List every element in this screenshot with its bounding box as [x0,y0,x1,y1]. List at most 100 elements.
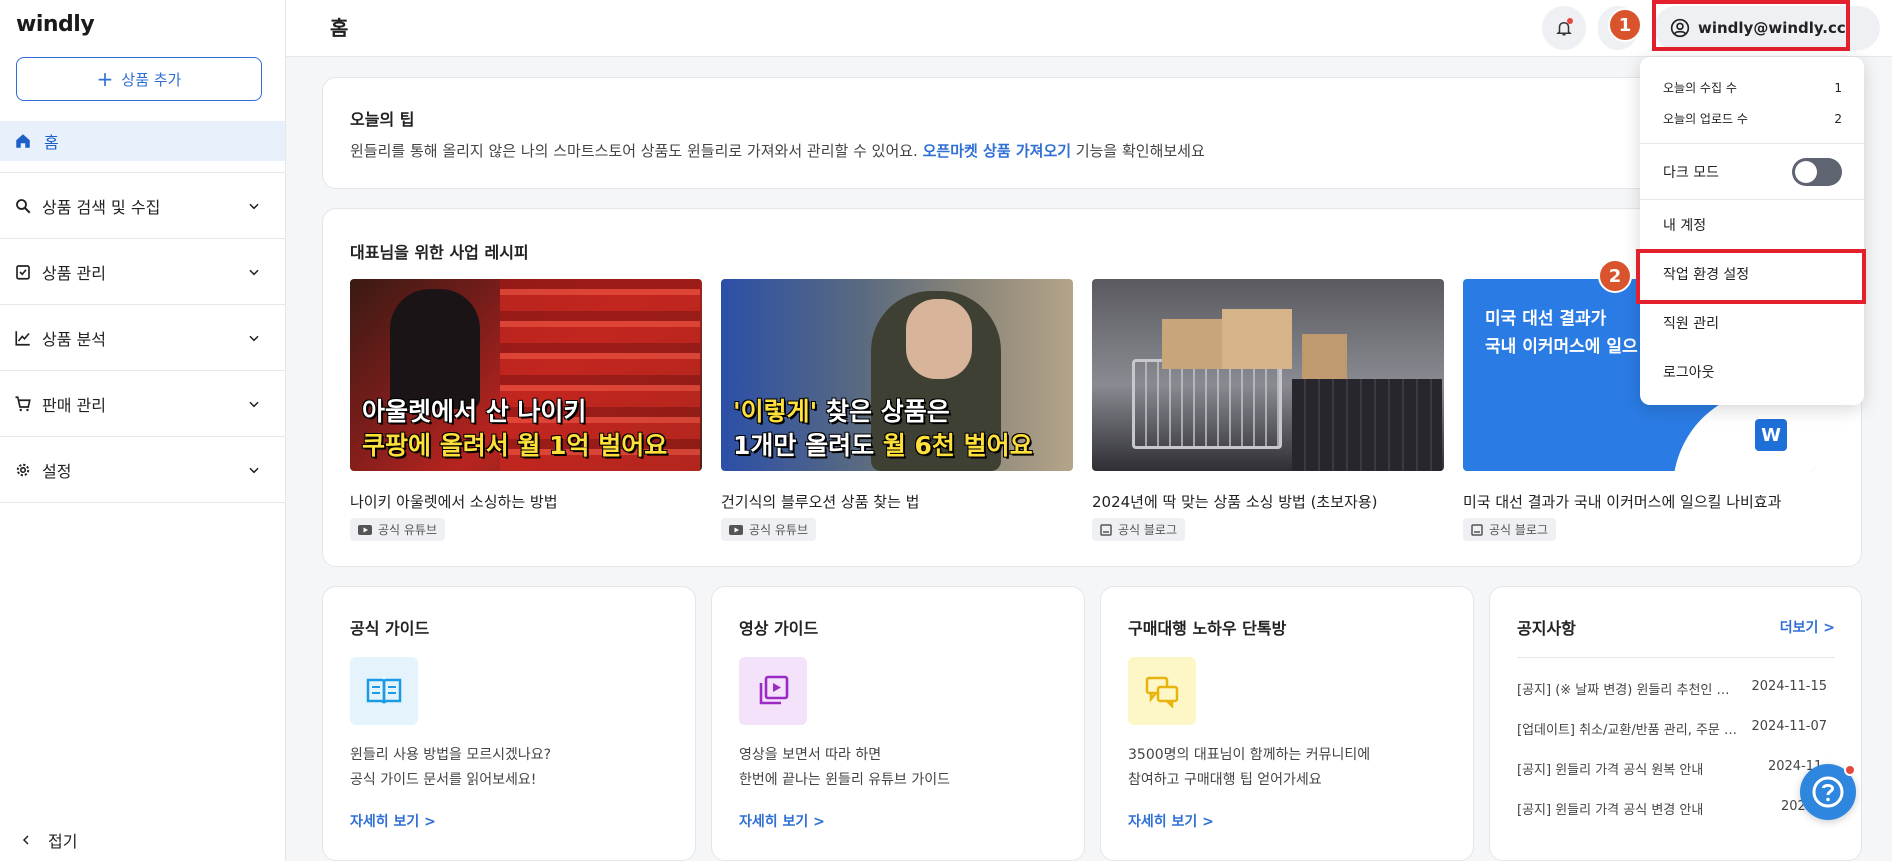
video-title[interactable]: 2024년에 딱 맞는 상품 소싱 방법 (초보자용) [1092,491,1378,512]
notice-date: 2024-11-15 [1751,679,1827,694]
caption-line: 찾은 상품은 [817,397,950,426]
today-upload-count: 오늘의 업로드 수 2 [1663,110,1842,127]
guide-card-official: 공식 가이드 윈들리 사용 방법을 모르시겠나요? 공식 가이드 문서를 읽어보… [322,586,696,861]
video-title[interactable]: 미국 대선 결과가 국내 이커머스에 일으킬 나비효과 [1463,491,1781,512]
step-badge-1: 1 [1608,8,1642,42]
video-title[interactable]: 건기식의 블루오션 상품 찾는 법 [721,491,919,512]
guide-detail-link[interactable]: 자세히 보기 > [350,811,436,831]
thumbnail-caption: 아울렛에서 산 나이키 쿠팡에 올려서 월 1억 벌어요 [362,395,692,463]
logout-menu-item[interactable]: 로그아웃 [1663,362,1715,382]
notices-card: 공지사항 더보기 > [공지] (※ 날짜 변경) 윈들리 추천인 이벤트 202… [1489,586,1862,861]
notice-text: [업데이트] 취소/교환/반품 관리, 주문 수집 [1517,723,1741,738]
recipes-card: 대표님을 위한 사업 레시피 아울렛에서 산 나이키 쿠팡에 올려서 월 1억 … [322,208,1862,567]
page-title: 홈 [330,16,349,40]
guide-title: 구매대행 노하우 단톡방 [1128,619,1287,638]
stat-label: 오늘의 수집 수 [1663,81,1737,95]
video-thumbnail-nike[interactable]: 아울렛에서 산 나이키 쿠팡에 올려서 월 1억 벌어요 [350,279,702,471]
source-tag: 공식 블로그 [1463,518,1557,541]
chevron-down-icon [249,203,259,210]
notice-row[interactable]: [공지] 윈들리 가격 공식 변경 안내2024-1 [1517,799,1827,818]
today-collect-count: 오늘의 수집 수 1 [1663,79,1842,96]
collapse-sidebar-button[interactable]: 접기 [20,828,77,852]
guide-description-line: 참여하고 구매대행 팁 얻어가세요 [1128,772,1322,788]
notice-date: 2024-11-07 [1751,719,1827,734]
blog-thumbnail-sourcing[interactable] [1092,279,1444,471]
sidebar-item-search-collect[interactable]: 상품 검색 및 수집 [0,178,285,234]
search-icon [16,199,31,214]
notice-row[interactable]: [공지] (※ 날짜 변경) 윈들리 추천인 이벤트 2024-11-15 [1517,679,1827,698]
highlight-box-work-settings [1636,249,1866,304]
tip-card: 오늘의 팁 윈들리를 통해 올리지 않은 나의 스마트스토어 상품도 윈들리로 … [322,77,1862,189]
sidebar-item-label: 판매 관리 [42,396,106,415]
caption-line: 쿠팡에 올려서 월 1억 벌어요 [362,431,668,460]
sidebar-item-label: 상품 관리 [42,264,106,283]
guide-description: 영상을 보면서 따라 하면 한번에 끝나는 윈들리 유튜브 가이드 [739,743,950,793]
dark-mode-toggle[interactable] [1792,158,1842,186]
caption-line: 아울렛에서 산 나이키 [362,397,587,426]
divider [1640,143,1864,144]
guide-card-community: 구매대행 노하우 단톡방 3500명의 대표님이 함께하는 커뮤니티에 참여하고… [1100,586,1474,861]
notice-row[interactable]: [업데이트] 취소/교환/반품 관리, 주문 수집 2024-11-07 [1517,719,1827,738]
youtube-icon [729,524,743,535]
source-tag: 공식 유튜브 [721,518,817,541]
guide-title: 영상 가이드 [739,619,819,638]
book-icon [350,657,418,725]
divider [0,304,285,305]
tip-text-part: 윈들리를 통해 올리지 않은 나의 스마트스토어 상품도 윈들리로 가져와서 관… [350,142,923,160]
add-product-label: 상품 추가 [121,70,182,89]
tip-text: 윈들리를 통해 올리지 않은 나의 스마트스토어 상품도 윈들리로 가져와서 관… [350,140,1205,161]
plus-icon: + [96,67,114,91]
caption-line: 1개만 올려도 [733,431,883,460]
help-button[interactable] [1800,764,1856,820]
notice-text: [공지] (※ 날짜 변경) 윈들리 추천인 이벤트 [1517,683,1741,698]
guide-description-line: 공식 가이드 문서를 읽어보세요! [350,772,537,788]
recipes-title: 대표님을 위한 사업 레시피 [350,243,529,262]
caption-highlight: 월 6천 벌어요 [882,431,1033,460]
guide-description-line: 영상을 보면서 따라 하면 [739,747,882,763]
guide-title: 공식 가이드 [350,619,430,638]
dark-mode-row: 다크 모드 [1663,158,1842,186]
my-account-menu-item[interactable]: 내 계정 [1663,215,1706,235]
stat-label: 오늘의 업로드 수 [1663,112,1748,126]
source-label: 공식 블로그 [1118,523,1178,537]
notice-row[interactable]: [공지] 윈들리 가격 공식 원복 안내 2024-11- [1517,759,1827,778]
sidebar-item-product-analysis[interactable]: 상품 분석 [0,310,285,366]
sidebar-item-product-manage[interactable]: 상품 관리 [0,244,285,300]
notice-text: [공지] 윈들리 가격 공식 변경 안내 [1517,803,1704,818]
tip-text-part: 기능을 확인해보세요 [1071,142,1205,160]
chevron-down-icon [249,269,259,276]
cart-icon [15,396,31,412]
keyboard-image [1292,379,1442,471]
clipboard-check-icon [16,265,30,280]
video-title[interactable]: 나이키 아울렛에서 소싱하는 방법 [350,491,558,512]
divider [0,172,285,173]
chevron-down-icon [249,467,259,474]
guide-description-line: 윈들리 사용 방법을 모르시겠나요? [350,747,552,763]
guide-detail-link[interactable]: 자세히 보기 > [1128,811,1214,831]
windly-logo-icon: W [1755,419,1787,451]
video-thumbnail-supplement[interactable]: '이렇게' 찾은 상품은 1개만 올려도 월 6천 벌어요 [721,279,1073,471]
sidebar-item-home[interactable]: 홈 [0,121,285,161]
guide-description: 3500명의 대표님이 함께하는 커뮤니티에 참여하고 구매대행 팁 얻어가세요 [1128,743,1370,793]
stat-value: 2 [1834,111,1842,126]
guide-detail-link[interactable]: 자세히 보기 > [739,811,825,831]
sidebar-item-settings[interactable]: 설정 [0,442,285,498]
notification-button[interactable] [1542,6,1586,50]
guide-description-line: 3500명의 대표님이 함께하는 커뮤니티에 [1128,747,1371,763]
account-dropdown-menu: 오늘의 수집 수 1 오늘의 업로드 수 2 다크 모드 내 계정 작업 환경 … [1640,57,1864,405]
gear-icon [16,463,30,477]
open-market-import-link[interactable]: 오픈마켓 상품 가져오기 [923,142,1071,160]
sidebar-item-label: 홈 [44,133,59,152]
guide-description: 윈들리 사용 방법을 모르시겠나요? 공식 가이드 문서를 읽어보세요! [350,743,551,793]
question-icon [1812,776,1844,808]
sidebar-item-label: 설정 [42,462,72,481]
add-product-button[interactable]: + 상품 추가 [16,57,262,101]
sidebar-item-label: 상품 분석 [42,330,106,349]
sidebar-item-sales-manage[interactable]: 판매 관리 [0,376,285,432]
source-label: 공식 유튜브 [378,523,438,537]
logo: windly [16,12,95,37]
staff-manage-menu-item[interactable]: 직원 관리 [1663,313,1719,333]
source-tag: 공식 유튜브 [350,518,446,541]
guide-description-line: 한번에 끝나는 윈들리 유튜브 가이드 [739,772,950,788]
notices-more-link[interactable]: 더보기 > [1780,617,1835,637]
